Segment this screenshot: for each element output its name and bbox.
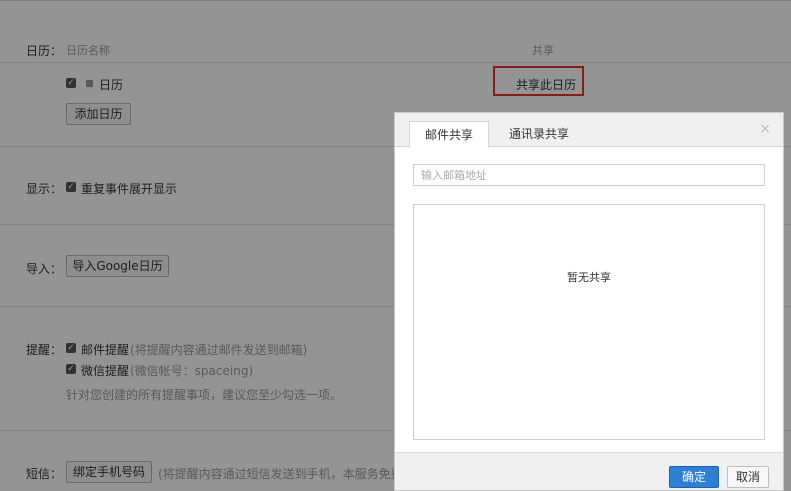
tab-email-share[interactable]: 邮件共享 [409, 121, 489, 148]
empty-share-message: 暂无共享 [567, 271, 611, 284]
confirm-button[interactable]: 确定 [669, 466, 719, 488]
tab-contacts-share[interactable]: 通讯录共享 [499, 121, 579, 148]
close-icon[interactable]: × [759, 121, 771, 137]
email-input[interactable] [413, 164, 765, 186]
share-dialog: 邮件共享 通讯录共享 × 暂无共享 确定 取消 [394, 112, 784, 491]
dialog-footer: 确定 取消 [395, 452, 783, 490]
share-list: 暂无共享 [413, 204, 765, 440]
cancel-button[interactable]: 取消 [727, 466, 769, 488]
dialog-tab-bar: 邮件共享 通讯录共享 × [395, 113, 783, 148]
